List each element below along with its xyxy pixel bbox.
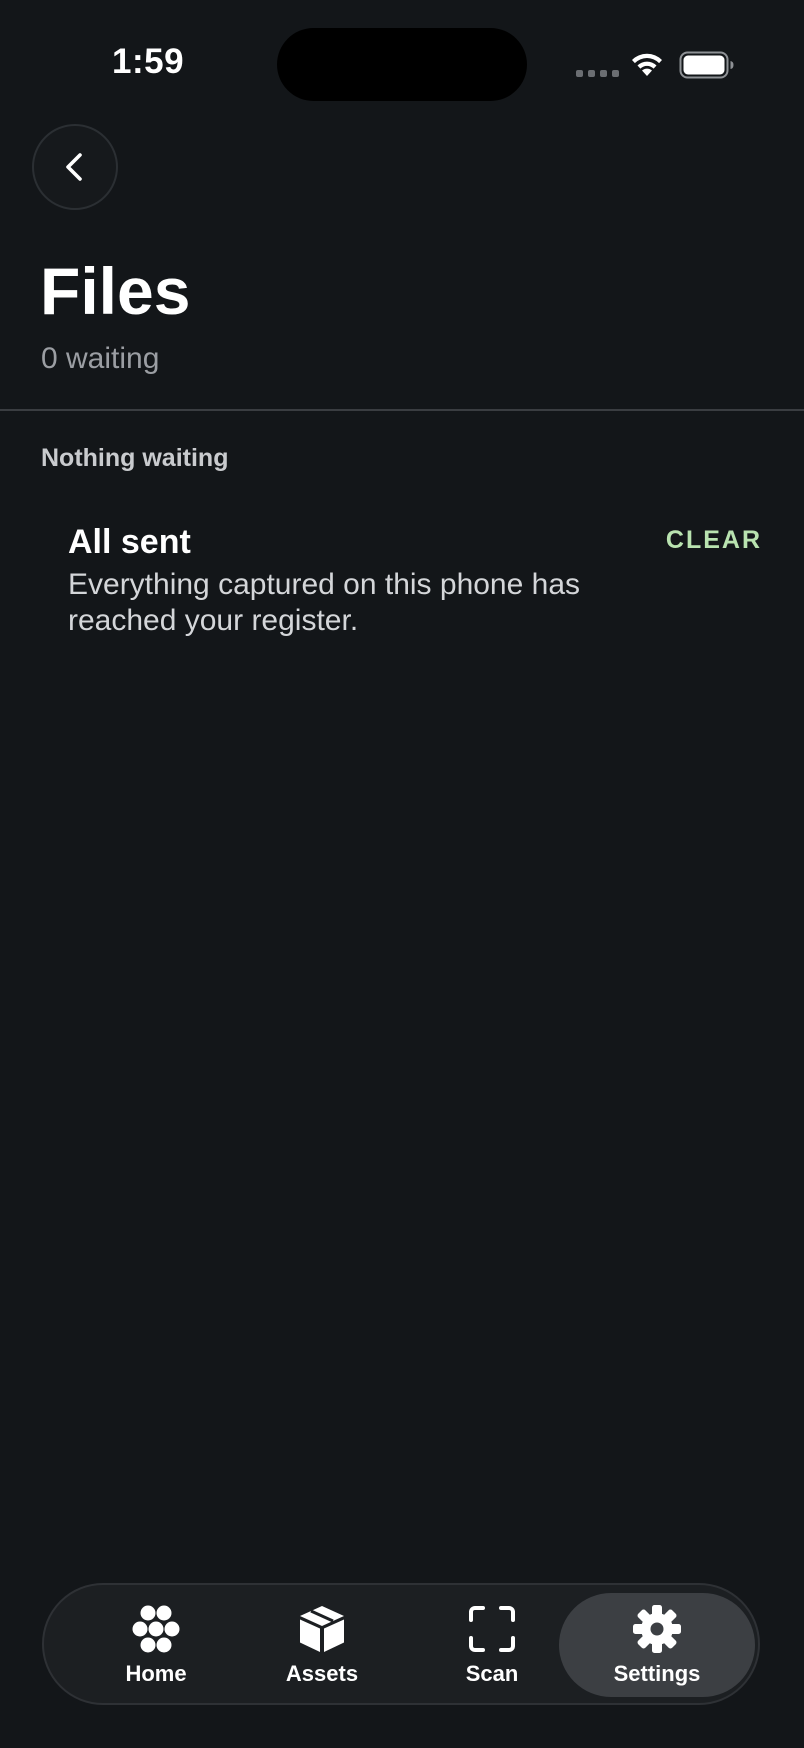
dynamic-island xyxy=(277,28,527,101)
tab-home[interactable]: Home xyxy=(90,1593,222,1697)
wifi-icon xyxy=(632,53,662,76)
status-time: 1:59 xyxy=(112,42,185,81)
section-heading: Nothing waiting xyxy=(41,444,229,472)
tab-bar: Home Assets Scan Settings xyxy=(42,1583,760,1705)
status-item-description: Everything captured on this phone has re… xyxy=(68,568,581,637)
waiting-count: 0 waiting xyxy=(41,342,160,375)
home-grid-icon xyxy=(132,1605,180,1652)
page-title: Files xyxy=(40,254,191,328)
status-item-title: All sent xyxy=(68,523,191,561)
tab-label: Settings xyxy=(613,1660,701,1686)
tab-label: Assets xyxy=(285,1660,359,1686)
tab-scan[interactable]: Scan xyxy=(426,1593,558,1697)
chevron-left-icon xyxy=(66,153,82,181)
tab-assets[interactable]: Assets xyxy=(256,1593,388,1697)
box-icon xyxy=(300,1605,344,1652)
battery-icon xyxy=(679,51,734,79)
tab-label: Home xyxy=(125,1660,187,1686)
tab-settings[interactable]: Settings xyxy=(559,1593,755,1697)
scan-frame-icon xyxy=(469,1605,515,1652)
back-button[interactable] xyxy=(32,124,118,210)
divider xyxy=(0,409,804,411)
cellular-signal-icon xyxy=(576,70,619,77)
clear-button[interactable]: CLEAR xyxy=(666,526,762,555)
tab-label: Scan xyxy=(465,1660,519,1686)
gear-icon xyxy=(633,1604,681,1653)
